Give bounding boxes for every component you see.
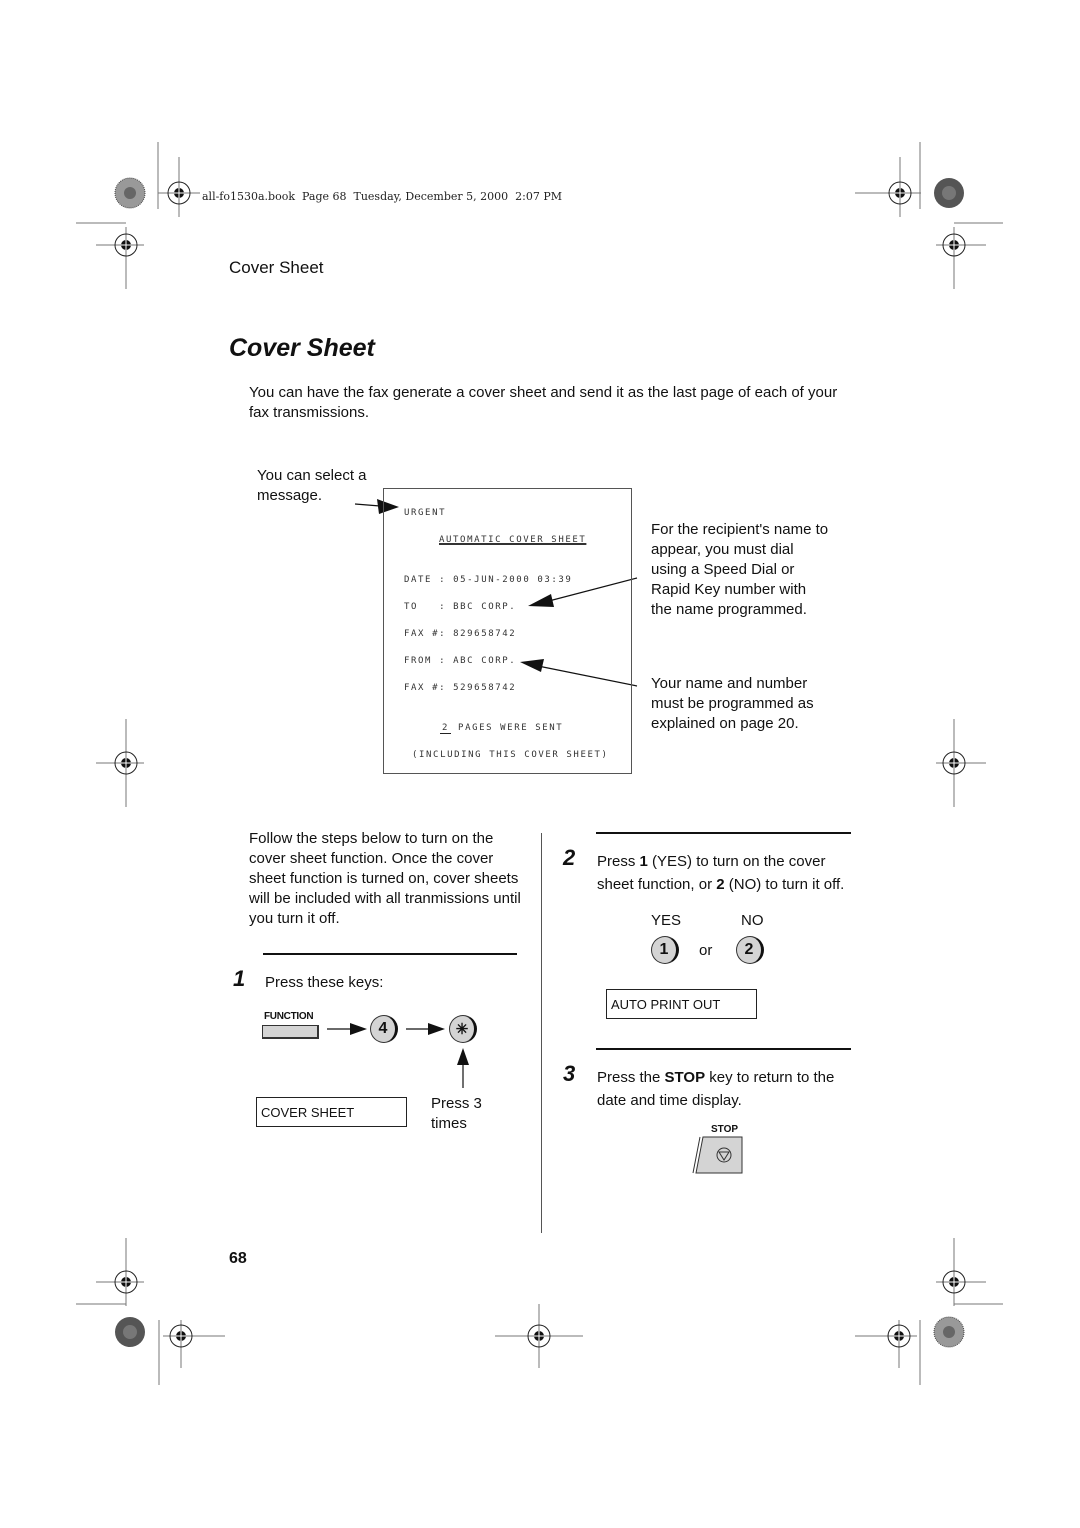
fax-page-count: 2: [440, 723, 452, 734]
step-divider: [263, 953, 517, 955]
step-3-bold: STOP: [664, 1069, 706, 1086]
step-2-bold-2: 2: [716, 876, 725, 893]
page-title: Cover Sheet: [229, 334, 375, 362]
or-label: or: [699, 942, 713, 959]
page-number: 68: [229, 1250, 247, 1267]
fax-message: URGENT: [404, 508, 447, 518]
fax-pages: 2 PAGES WERE SENT: [440, 723, 563, 734]
yes-label: YES: [651, 912, 682, 929]
step-2-text-part: Press: [597, 853, 640, 870]
step-3-text: Press the STOP key to return to the date…: [597, 1066, 852, 1112]
fax-to-number: FAX #: 829658742: [404, 629, 517, 639]
step-2-text: Press 1 (YES) to turn on the cover sheet…: [597, 850, 852, 896]
step-3-number: 3: [563, 1061, 576, 1086]
fax-title: AUTOMATIC COVER SHEET: [439, 535, 587, 545]
fax-from: FROM : ABC CORP.: [404, 656, 517, 666]
key-sequence-arrows: [327, 1023, 469, 1088]
step-2-number: 2: [563, 845, 576, 870]
step-1-text: Press these keys:: [265, 974, 384, 991]
key-4[interactable]: 4: [370, 1015, 398, 1043]
function-key-label: FUNCTION: [264, 1011, 314, 1022]
intro-paragraph: You can have the fax generate a cover sh…: [249, 384, 838, 421]
function-key[interactable]: [262, 1025, 319, 1039]
press-times-note: Press 3 times: [431, 1095, 482, 1132]
fax-from-number: FAX #: 529658742: [404, 683, 517, 693]
step-divider: [596, 832, 851, 834]
column-divider: [541, 833, 542, 1233]
running-head: Cover Sheet: [229, 258, 324, 277]
cover-sheet-sample: URGENT AUTOMATIC COVER SHEET DATE : 05-J…: [383, 488, 632, 774]
fax-to: TO : BBC CORP.: [404, 602, 517, 612]
fax-pages-text: PAGES WERE SENT: [451, 723, 564, 733]
fax-including: (INCLUDING THIS COVER SHEET): [412, 750, 609, 760]
stop-key-icon: [692, 1136, 743, 1174]
no-label: NO: [741, 912, 764, 929]
note-sender: Your name and number must be programmed …: [651, 675, 814, 732]
message-caption: You can select a message.: [257, 467, 367, 504]
stop-key-label: STOP: [711, 1124, 739, 1135]
step-2-bold-1: 1: [639, 853, 648, 870]
display-cover-sheet: COVER SHEET: [256, 1097, 407, 1127]
step-2-text-part: (NO) to turn it off.: [724, 876, 845, 893]
key-star[interactable]: ✳: [449, 1015, 477, 1043]
note-recipient: For the recipient's name to appear, you …: [651, 521, 829, 618]
display-auto-print-out: AUTO PRINT OUT: [606, 989, 757, 1019]
key-2-no[interactable]: 2: [736, 936, 764, 964]
file-header: all-fo1530a.book Page 68 Tuesday, Decemb…: [202, 190, 563, 203]
step-divider: [596, 1048, 851, 1050]
fax-date: DATE : 05-JUN-2000 03:39: [404, 575, 573, 585]
key-1-yes[interactable]: 1: [651, 936, 679, 964]
steps-intro: Follow the steps below to turn on the co…: [249, 830, 521, 927]
step-3-text-part: Press the: [597, 1069, 665, 1086]
step-1-number: 1: [233, 966, 246, 991]
